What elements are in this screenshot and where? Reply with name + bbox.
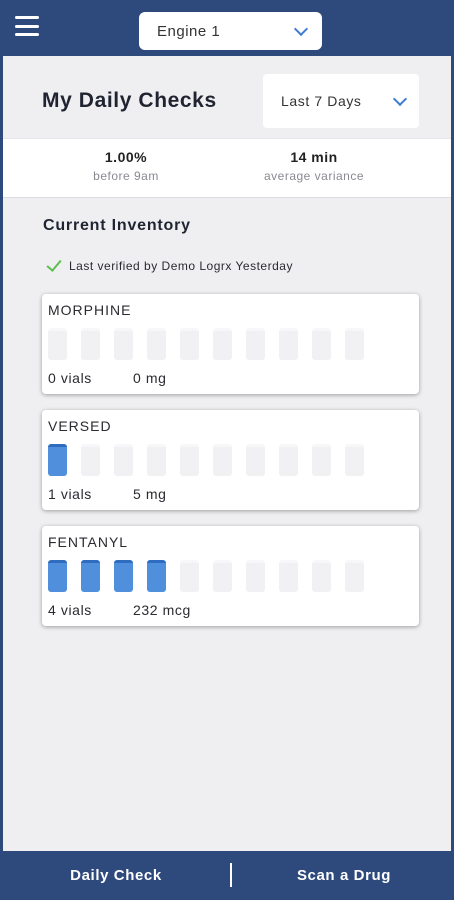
vial-empty — [312, 560, 331, 592]
vial-empty — [312, 444, 331, 476]
stat-value: 14 min — [290, 149, 338, 165]
drug-amount: 5 mg — [133, 486, 167, 502]
vial-empty — [213, 328, 232, 360]
engine-select[interactable]: Engine 1 — [139, 12, 322, 50]
chevron-down-icon — [392, 91, 408, 107]
vial-empty — [279, 444, 298, 476]
vial-indicator — [48, 444, 364, 476]
engine-select-value: Engine 1 — [157, 22, 221, 40]
inventory-title: Current Inventory — [43, 217, 191, 234]
vial-filled — [48, 560, 67, 592]
drug-summary: 0 vials 0 mg — [48, 370, 166, 386]
drug-summary: 1 vials 5 mg — [48, 486, 166, 502]
vial-empty — [81, 328, 100, 360]
vial-empty — [147, 328, 166, 360]
vial-empty — [345, 328, 364, 360]
vial-empty — [213, 444, 232, 476]
vial-empty — [114, 444, 133, 476]
drug-summary: 4 vials 232 mcg — [48, 602, 190, 618]
vial-count: 0 vials — [48, 370, 92, 386]
vial-filled — [147, 560, 166, 592]
drug-name: MORPHINE — [48, 302, 132, 318]
drug-name: FENTANYL — [48, 534, 129, 550]
daily-check-button[interactable]: Daily Check — [3, 851, 229, 900]
bottom-action-bar: Daily Check Scan a Drug — [3, 851, 451, 900]
vial-count: 4 vials — [48, 602, 92, 618]
vial-empty — [279, 560, 298, 592]
stats-strip: 1.00% before 9am 14 min average variance — [3, 138, 451, 198]
vial-empty — [180, 560, 199, 592]
vial-empty — [312, 328, 331, 360]
vial-empty — [180, 444, 199, 476]
date-range-value: Last 7 Days — [281, 93, 362, 109]
inventory-card-versed[interactable]: VERSED 1 vials 5 mg — [42, 410, 419, 510]
stat-average-variance: 14 min average variance — [229, 149, 399, 183]
verified-status: Last verified by Demo Logrx Yesterday — [45, 256, 293, 276]
vial-empty — [48, 328, 67, 360]
app-frame: Engine 1 My Daily Checks Last 7 Days 1.0… — [0, 0, 454, 900]
vial-filled — [114, 560, 133, 592]
drug-amount: 0 mg — [133, 370, 167, 386]
stat-before-9am: 1.00% before 9am — [41, 149, 211, 183]
checkmark-icon — [45, 257, 63, 275]
vial-indicator — [48, 560, 364, 592]
vial-filled — [81, 560, 100, 592]
top-nav-bar: Engine 1 — [3, 0, 451, 56]
page-header: My Daily Checks Last 7 Days — [3, 56, 451, 138]
vial-empty — [213, 560, 232, 592]
stat-value: 1.00% — [104, 149, 148, 165]
verified-text: Last verified by Demo Logrx Yesterday — [69, 259, 293, 273]
stat-label: average variance — [263, 169, 365, 183]
date-range-select[interactable]: Last 7 Days — [263, 74, 419, 128]
vial-empty — [180, 328, 199, 360]
chevron-down-icon — [293, 21, 309, 37]
vial-filled — [48, 444, 67, 476]
vial-empty — [246, 560, 265, 592]
vial-empty — [246, 444, 265, 476]
vial-empty — [345, 444, 364, 476]
vial-indicator — [48, 328, 364, 360]
vial-empty — [114, 328, 133, 360]
inventory-card-morphine[interactable]: MORPHINE 0 vials 0 mg — [42, 294, 419, 394]
inventory-card-fentanyl[interactable]: FENTANYL 4 vials 232 mcg — [42, 526, 419, 626]
vial-empty — [147, 444, 166, 476]
drug-name: VERSED — [48, 418, 112, 434]
vial-count: 1 vials — [48, 486, 92, 502]
drug-amount: 232 mcg — [133, 602, 191, 618]
vial-empty — [279, 328, 298, 360]
page-title: My Daily Checks — [42, 89, 217, 112]
scan-drug-button[interactable]: Scan a Drug — [231, 851, 454, 900]
vial-empty — [246, 328, 265, 360]
vial-empty — [81, 444, 100, 476]
menu-icon[interactable] — [15, 16, 39, 36]
vial-empty — [345, 560, 364, 592]
stat-label: before 9am — [93, 169, 159, 183]
